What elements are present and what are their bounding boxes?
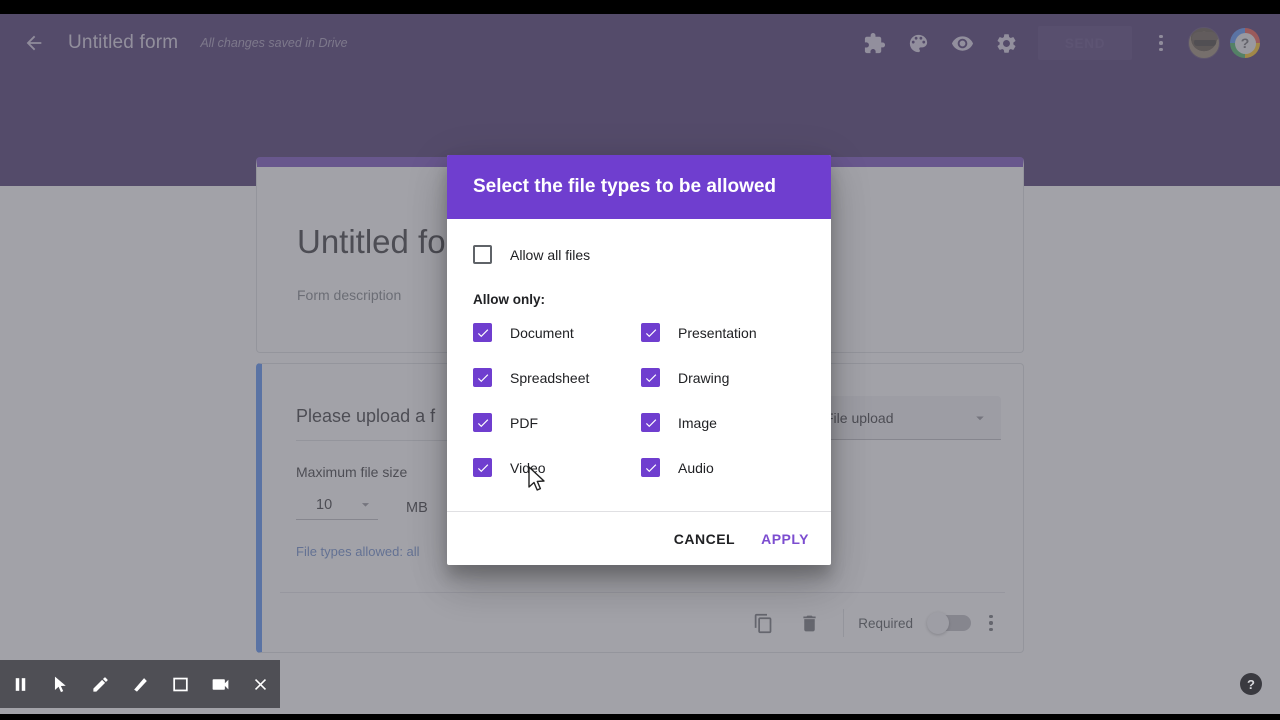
file-type-option-audio[interactable]: Audio bbox=[641, 458, 809, 477]
pdf-label: PDF bbox=[510, 414, 538, 431]
audio-checkbox[interactable] bbox=[641, 458, 660, 477]
mouse-cursor bbox=[528, 466, 545, 491]
recorder-toolbar bbox=[0, 660, 280, 708]
audio-label: Audio bbox=[678, 459, 714, 476]
presentation-checkbox[interactable] bbox=[641, 323, 660, 342]
allow-all-files-row[interactable]: Allow all files bbox=[447, 245, 831, 264]
letterbox-top bbox=[0, 0, 1280, 14]
video-checkbox[interactable] bbox=[473, 458, 492, 477]
dialog-footer: CANCEL APPLY bbox=[447, 512, 831, 565]
check-icon bbox=[477, 418, 488, 427]
allow-all-files-checkbox[interactable] bbox=[473, 245, 492, 264]
check-icon bbox=[477, 328, 488, 337]
document-checkbox[interactable] bbox=[473, 323, 492, 342]
check-icon bbox=[645, 418, 656, 427]
screen-root: Untitled form All changes saved in Drive bbox=[0, 0, 1280, 720]
file-type-option-spreadsheet[interactable]: Spreadsheet bbox=[473, 368, 641, 387]
square-icon bbox=[172, 677, 188, 691]
allow-all-files-label: Allow all files bbox=[510, 246, 591, 263]
check-icon bbox=[645, 373, 656, 382]
image-checkbox[interactable] bbox=[641, 413, 660, 432]
file-type-option-video[interactable]: Video bbox=[473, 458, 641, 477]
presentation-label: Presentation bbox=[678, 324, 757, 341]
file-type-grid: Document Presentation Spreadsheet Drawin… bbox=[447, 323, 831, 477]
document-label: Document bbox=[510, 324, 574, 341]
recorder-pencil-button[interactable] bbox=[80, 660, 120, 708]
drawing-checkbox[interactable] bbox=[641, 368, 660, 387]
apply-button[interactable]: APPLY bbox=[761, 531, 809, 547]
spreadsheet-checkbox[interactable] bbox=[473, 368, 492, 387]
close-icon bbox=[254, 678, 266, 690]
check-icon bbox=[477, 463, 488, 472]
pdf-checkbox[interactable] bbox=[473, 413, 492, 432]
bottom-help-button[interactable]: ? bbox=[1240, 673, 1262, 695]
app-viewport: Untitled form All changes saved in Drive bbox=[0, 14, 1280, 714]
pause-icon bbox=[15, 677, 25, 691]
highlighter-icon bbox=[133, 677, 147, 692]
recorder-pause-button[interactable] bbox=[0, 660, 40, 708]
recorder-select-button[interactable] bbox=[40, 660, 80, 708]
file-type-option-document[interactable]: Document bbox=[473, 323, 641, 342]
pencil-icon bbox=[92, 676, 108, 692]
cancel-button[interactable]: CANCEL bbox=[674, 531, 735, 547]
recorder-camera-button[interactable] bbox=[200, 660, 240, 708]
file-type-option-pdf[interactable]: PDF bbox=[473, 413, 641, 432]
drawing-label: Drawing bbox=[678, 369, 730, 386]
recorder-rectangle-button[interactable] bbox=[160, 660, 200, 708]
file-type-option-drawing[interactable]: Drawing bbox=[641, 368, 809, 387]
recorder-highlighter-button[interactable] bbox=[120, 660, 160, 708]
image-label: Image bbox=[678, 414, 717, 431]
allow-only-label: Allow only: bbox=[473, 292, 545, 307]
file-types-dialog: Select the file types to be allowed Allo… bbox=[447, 155, 831, 565]
recorder-close-button[interactable] bbox=[240, 660, 280, 708]
check-icon bbox=[645, 463, 656, 472]
dialog-title: Select the file types to be allowed bbox=[473, 176, 777, 197]
camcorder-icon bbox=[212, 678, 228, 690]
file-type-option-image[interactable]: Image bbox=[641, 413, 809, 432]
check-icon bbox=[645, 328, 656, 337]
file-type-option-presentation[interactable]: Presentation bbox=[641, 323, 809, 342]
dialog-body: Allow all files Allow only: Document Pre… bbox=[447, 219, 831, 511]
cursor-arrow-icon bbox=[54, 676, 66, 692]
check-icon bbox=[477, 373, 488, 382]
spreadsheet-label: Spreadsheet bbox=[510, 369, 590, 386]
dialog-header: Select the file types to be allowed bbox=[447, 155, 831, 219]
letterbox-bottom bbox=[0, 714, 1280, 720]
